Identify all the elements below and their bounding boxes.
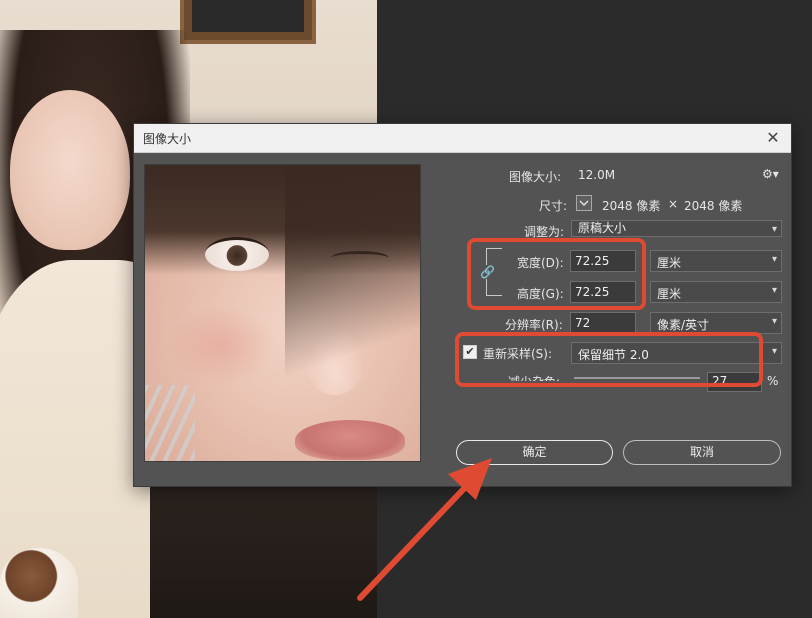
annotation-arrow	[357, 458, 492, 601]
